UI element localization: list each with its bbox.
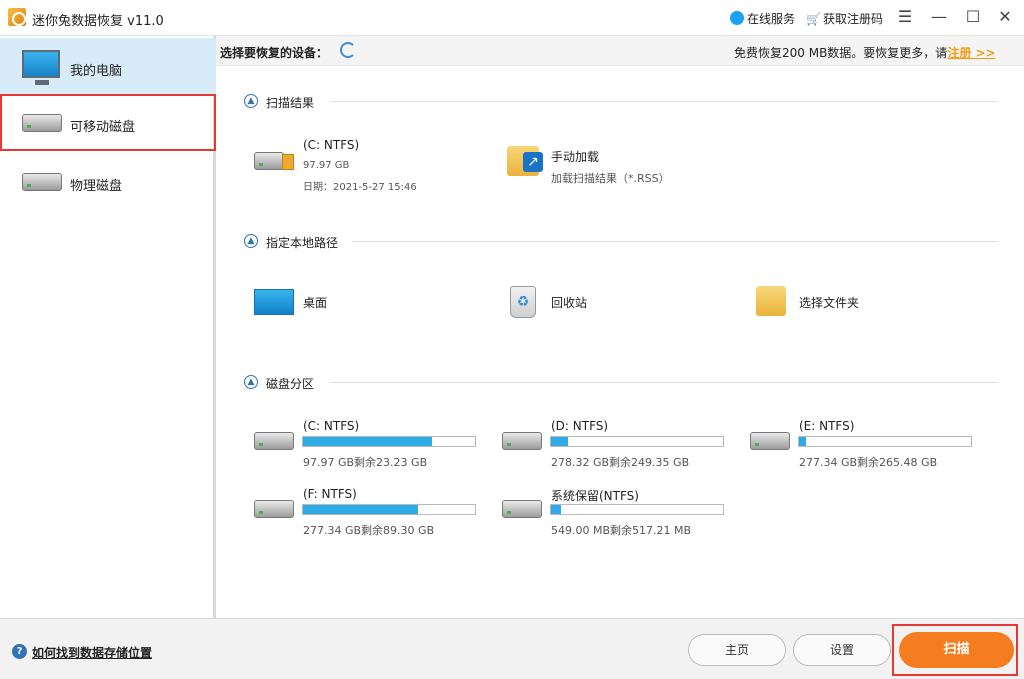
- sidebar: 我的电脑 可移动磁盘 物理磁盘: [0, 36, 216, 618]
- sidebar-item-my-computer[interactable]: 我的电脑: [0, 38, 216, 95]
- drive-icon: [750, 432, 790, 450]
- partition-name: (C: NTFS): [303, 419, 360, 433]
- partition-usage-text: 277.34 GB剩余265.48 GB: [799, 456, 938, 469]
- title-bar: 迷你兔数据恢复 v11.0 在线服务 🛒 获取注册码 ☰ — ☐ ✕: [0, 0, 1024, 36]
- partition-usage-text: 549.00 MB剩余517.21 MB: [551, 524, 692, 537]
- sidebar-item-label: 可移动磁盘: [70, 120, 136, 135]
- scan-button[interactable]: 扫描: [899, 632, 1014, 668]
- online-service-label: 在线服务: [747, 12, 796, 26]
- partition-usage-text: 97.97 GB剩余23.23 GB: [303, 456, 428, 469]
- get-code-label: 获取注册码: [822, 12, 883, 26]
- close-icon[interactable]: ✕: [994, 6, 1016, 28]
- device-header: 选择要恢复的设备： 免费恢复200 MB数据。要恢复更多，请注册 >>: [216, 36, 1024, 66]
- partition-usage-text: 277.34 GB剩余89.30 GB: [303, 524, 435, 537]
- recycle-bin-icon: ♻: [510, 286, 536, 318]
- help-icon: ?: [12, 644, 27, 659]
- drive-icon: [254, 432, 294, 450]
- online-service-link[interactable]: 在线服务: [730, 10, 795, 27]
- choose-device-label: 选择要恢复的设备：: [220, 46, 329, 60]
- bottom-bar: ? 如何找到数据存储位置 主页 设置 扫描: [0, 618, 1024, 679]
- drive-icon: [502, 432, 542, 450]
- section-divider: [330, 382, 998, 383]
- load-arrow-icon: ↗: [523, 152, 543, 172]
- partition-name: (E: NTFS): [799, 419, 855, 433]
- register-link[interactable]: 注册 >>: [947, 46, 995, 60]
- section-divider: [330, 101, 998, 102]
- section-title: 指定本地路径: [266, 236, 339, 250]
- folder-icon: [756, 286, 786, 316]
- desktop-label: 桌面: [303, 296, 328, 310]
- partition-name: (F: NTFS): [303, 487, 357, 501]
- qq-icon: [730, 11, 744, 25]
- partition-usage-fill: [551, 505, 562, 514]
- manual-load-title: 手动加载: [551, 150, 600, 164]
- scan-result-size: 97.97 GB: [303, 160, 350, 171]
- drive-icon: [254, 500, 294, 518]
- minimize-icon[interactable]: —: [928, 6, 950, 28]
- drive-icon: [254, 152, 284, 170]
- scan-result-marker-icon: [282, 154, 294, 170]
- app-logo-icon: [8, 8, 26, 26]
- partition-usage-fill: [303, 437, 432, 446]
- manual-load-desc: 加载扫描结果（*.RSS）: [551, 172, 670, 185]
- monitor-icon: [22, 50, 60, 85]
- recycle-bin-label: 回收站: [551, 296, 588, 310]
- partition-usage-fill: [799, 437, 806, 446]
- section-local-path: ▲ 指定本地路径: [244, 234, 1000, 250]
- help-link[interactable]: 如何找到数据存储位置: [32, 644, 152, 661]
- partition-usage-bar: [550, 436, 724, 447]
- collapse-icon[interactable]: ▲: [244, 94, 258, 108]
- scan-result-date: 日期：2021-5-27 15:46: [303, 182, 417, 193]
- partition-usage-fill: [303, 505, 419, 514]
- partition-name: (D: NTFS): [551, 419, 609, 433]
- section-divider: [352, 241, 998, 242]
- removable-drive-icon: [22, 114, 62, 132]
- section-scan-results: ▲ 扫描结果: [244, 94, 1000, 110]
- select-folder-label: 选择文件夹: [799, 296, 860, 310]
- partition-usage-bar: [798, 436, 972, 447]
- section-partitions: ▲ 磁盘分区: [244, 375, 1000, 391]
- settings-button[interactable]: 设置: [793, 634, 891, 666]
- partition-usage-bar: [550, 504, 724, 515]
- sidebar-item-label: 我的电脑: [70, 64, 123, 79]
- app-title: 迷你兔数据恢复 v11.0: [32, 14, 164, 29]
- drive-icon: [502, 500, 542, 518]
- section-title: 磁盘分区: [266, 377, 315, 391]
- home-button[interactable]: 主页: [688, 634, 786, 666]
- refresh-icon[interactable]: [340, 42, 356, 58]
- cart-icon: 🛒: [806, 12, 821, 26]
- maximize-icon[interactable]: ☐: [962, 6, 984, 28]
- sidebar-item-label: 物理磁盘: [70, 179, 123, 194]
- scan-result-name: (C: NTFS): [303, 138, 360, 152]
- partition-usage-bar: [302, 436, 476, 447]
- free-quota-note: 免费恢复200 MB数据。要恢复更多，请注册 >>: [734, 44, 996, 61]
- menu-icon[interactable]: ☰: [894, 6, 916, 28]
- collapse-icon[interactable]: ▲: [244, 234, 258, 248]
- free-quota-text: 免费恢复200 MB数据。要恢复更多，请: [734, 46, 948, 60]
- desktop-icon: [254, 289, 294, 315]
- section-title: 扫描结果: [266, 96, 315, 110]
- physical-drive-icon: [22, 173, 62, 191]
- partition-usage-text: 278.32 GB剩余249.35 GB: [551, 456, 690, 469]
- collapse-icon[interactable]: ▲: [244, 375, 258, 389]
- partition-name: 系统保留(NTFS): [551, 489, 639, 503]
- sidebar-item-removable-disk[interactable]: 可移动磁盘: [0, 94, 216, 151]
- partition-usage-fill: [551, 437, 569, 446]
- get-code-link[interactable]: 🛒 获取注册码: [806, 10, 883, 27]
- sidebar-item-physical-disk[interactable]: 物理磁盘: [0, 153, 216, 210]
- partition-usage-bar: [302, 504, 476, 515]
